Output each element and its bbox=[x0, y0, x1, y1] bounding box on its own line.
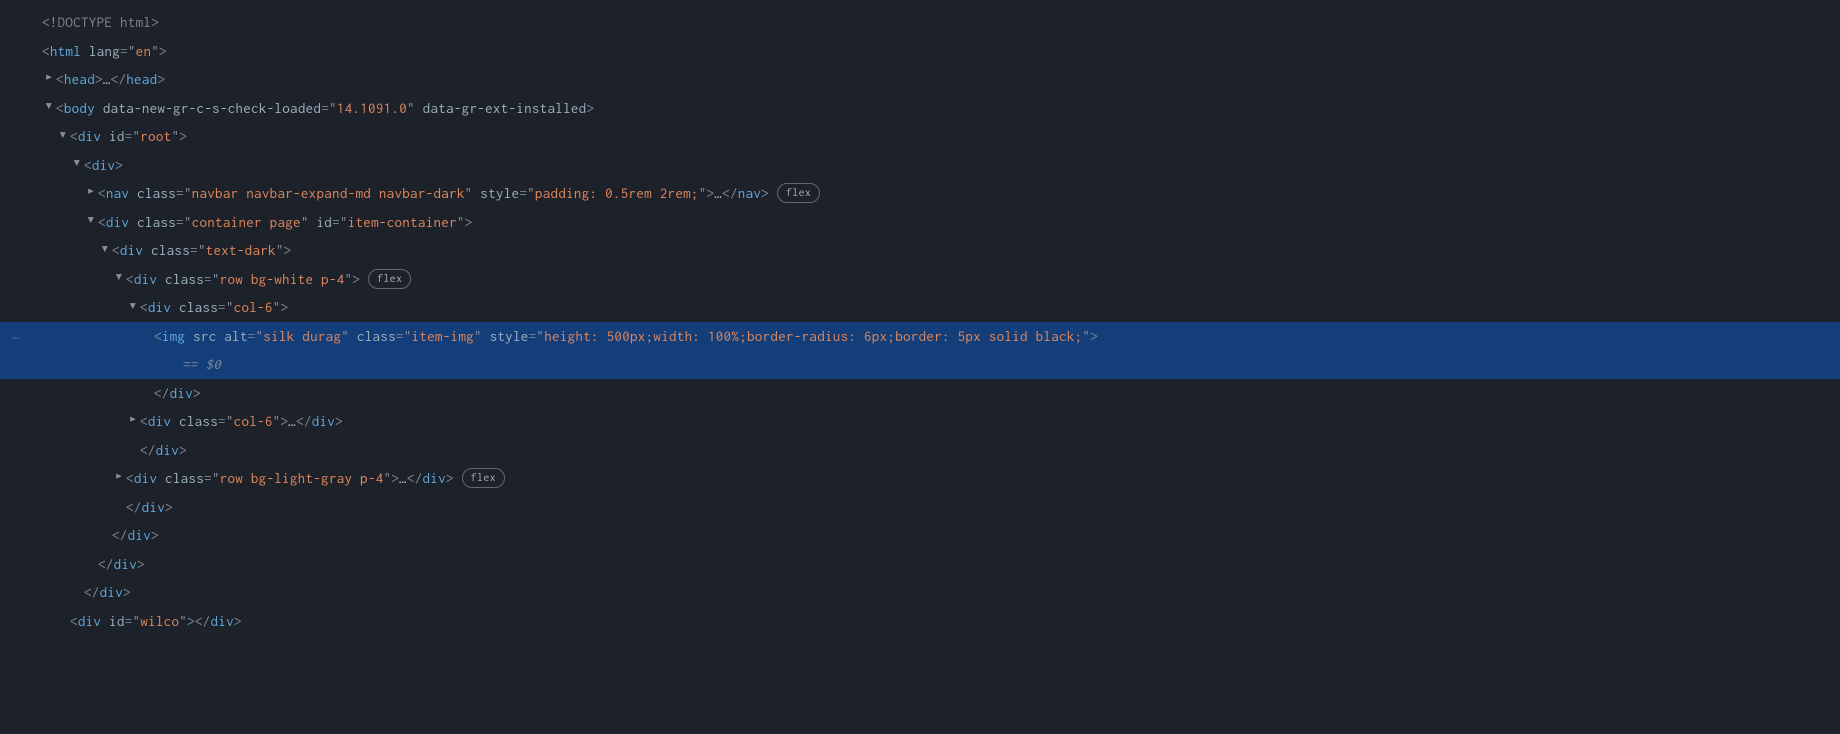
row-white-close-line[interactable]: </div> bbox=[0, 436, 1840, 465]
console-ref: == $0 bbox=[182, 350, 221, 379]
toggle-col6a[interactable]: ▼ bbox=[126, 297, 140, 318]
container-close-line[interactable]: </div> bbox=[0, 521, 1840, 550]
row-white-div-line[interactable]: ▼<div class="row bg-white p-4"> flex bbox=[0, 265, 1840, 294]
inner-div-line[interactable]: ▼<div> bbox=[0, 151, 1840, 180]
html-tag: html bbox=[50, 43, 81, 59]
col6a-div-line[interactable]: ▼<div class="col-6"> bbox=[0, 293, 1840, 322]
flex-badge[interactable]: flex bbox=[368, 269, 411, 289]
inner-div-close-line[interactable]: </div> bbox=[0, 550, 1840, 579]
toggle-nav[interactable]: ▶ bbox=[84, 183, 98, 204]
img-line-selected[interactable]: … <img src alt="silk durag" class="item-… bbox=[0, 322, 1840, 351]
head-line[interactable]: ▶<head>…</head> bbox=[0, 65, 1840, 94]
toggle-rowgray[interactable]: ▶ bbox=[112, 468, 126, 489]
container-div-line[interactable]: ▼<div class="container page" id="item-co… bbox=[0, 208, 1840, 237]
wilco-div-line[interactable]: <div id="wilco"></div> bbox=[0, 607, 1840, 636]
nav-line[interactable]: ▶<nav class="navbar navbar-expand-md nav… bbox=[0, 179, 1840, 208]
toggle-rowwhite[interactable]: ▼ bbox=[112, 268, 126, 289]
gutter-dots: … bbox=[4, 322, 28, 349]
flex-badge[interactable]: flex bbox=[777, 183, 820, 203]
toggle-root[interactable]: ▼ bbox=[56, 126, 70, 147]
toggle-head[interactable]: ▶ bbox=[42, 69, 56, 90]
flex-badge[interactable]: flex bbox=[462, 468, 505, 488]
html-open-line[interactable]: <html lang="en"> bbox=[0, 37, 1840, 66]
body-open-line[interactable]: ▼<body data-new-gr-c-s-check-loaded="14.… bbox=[0, 94, 1840, 123]
toggle-textdark[interactable]: ▼ bbox=[98, 240, 112, 261]
root-close-line[interactable]: </div> bbox=[0, 578, 1840, 607]
col6a-close-line[interactable]: </div> bbox=[0, 379, 1840, 408]
text-dark-close-line[interactable]: </div> bbox=[0, 493, 1840, 522]
root-div-line[interactable]: ▼<div id="root"> bbox=[0, 122, 1840, 151]
toggle-inner[interactable]: ▼ bbox=[70, 154, 84, 175]
row-gray-div-line[interactable]: ▶<div class="row bg-light-gray p-4">…</d… bbox=[0, 464, 1840, 493]
toggle-body[interactable]: ▼ bbox=[42, 97, 56, 118]
toggle-container[interactable]: ▼ bbox=[84, 211, 98, 232]
doctype-line[interactable]: <!DOCTYPE html> bbox=[0, 8, 1840, 37]
dom-tree: <!DOCTYPE html> <html lang="en"> ▶<head>… bbox=[0, 8, 1840, 635]
col6b-div-line[interactable]: ▶<div class="col-6">…</div> bbox=[0, 407, 1840, 436]
console-ref-line: == $0 bbox=[0, 350, 1840, 379]
text-dark-div-line[interactable]: ▼<div class="text-dark"> bbox=[0, 236, 1840, 265]
doctype-text: <!DOCTYPE html> bbox=[42, 14, 159, 30]
toggle-col6b[interactable]: ▶ bbox=[126, 411, 140, 432]
